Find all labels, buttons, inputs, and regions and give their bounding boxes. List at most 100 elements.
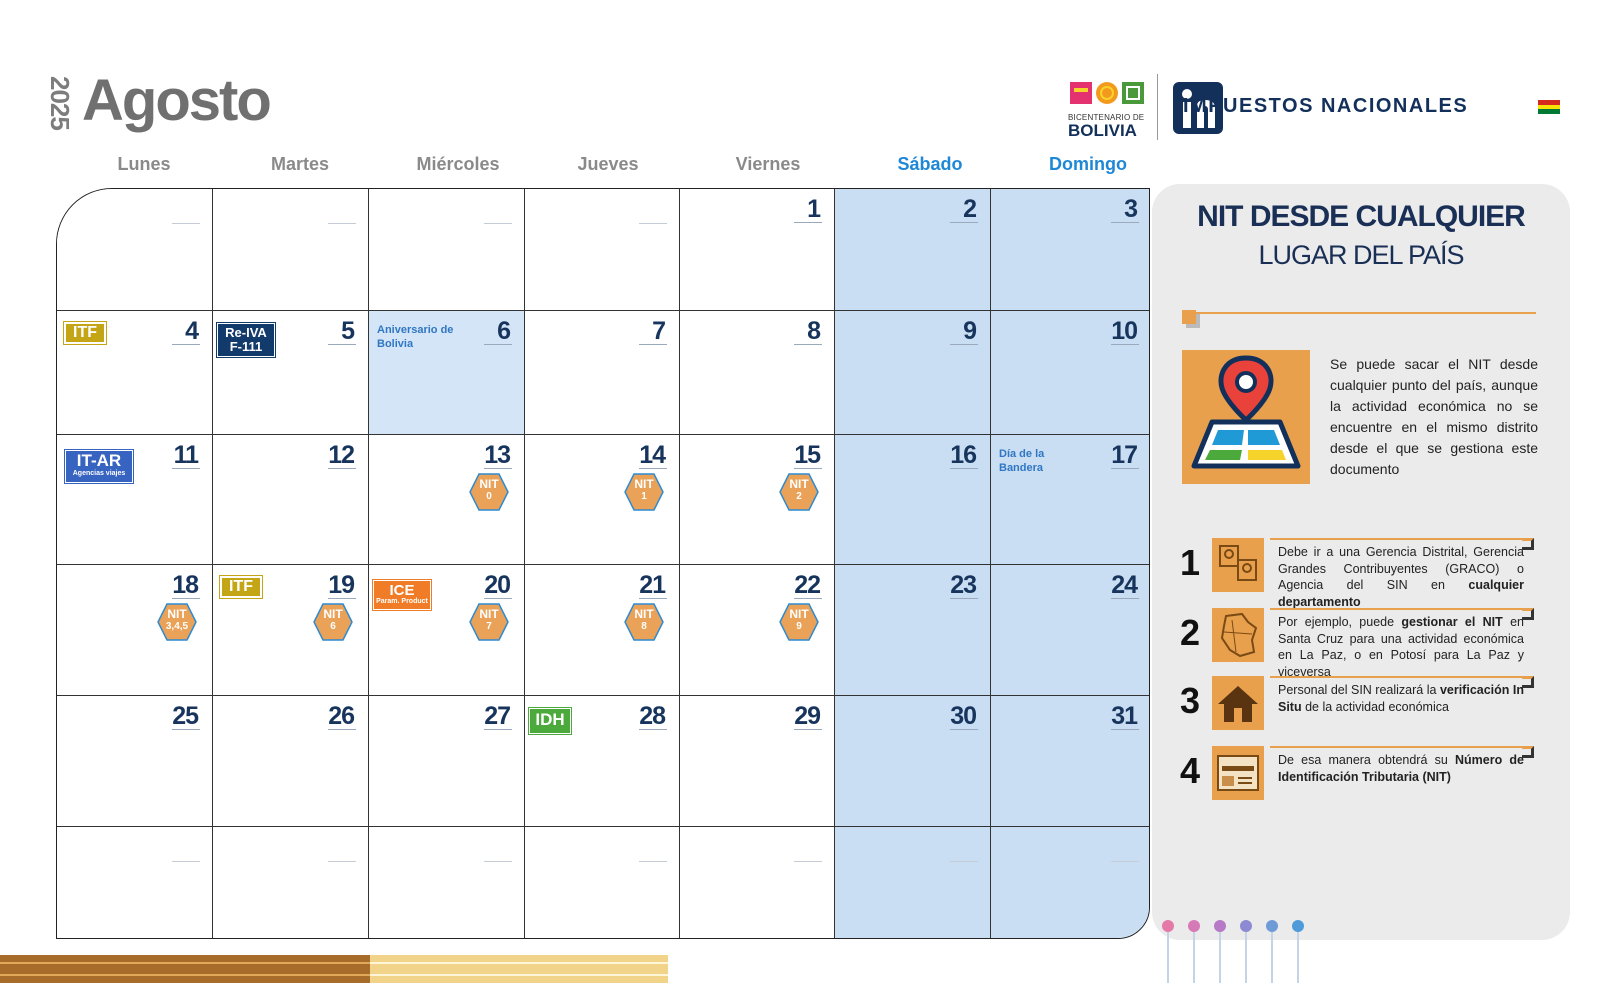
nit-label: NIT [634,607,654,621]
step-number: 1 [1180,542,1201,583]
day-underline [328,468,356,469]
day-cell-29: 29 [680,696,835,827]
empty-underline [639,223,667,224]
nit-hexagon-icon: NIT 0 [469,473,509,511]
day-underline [328,598,356,599]
month-title: Agosto [82,68,272,133]
nit-hexagon-icon: NIT 2 [779,473,819,511]
day-number: 30 [950,702,977,730]
day-cell-16: 16 [835,435,991,565]
day-number: 5 [341,317,355,345]
step-divider [1270,608,1534,610]
nit-label: NIT [634,477,654,491]
nit-label: NIT [167,607,187,621]
impuestos-nacionales-text: IMPUESTOS NACIONALES [1183,95,1469,117]
day-cell-25: 25 [57,696,213,827]
panel-divider-square-icon [1182,310,1196,324]
day-cell-17: 17 Día de la Bandera [991,435,1149,565]
day-cell-3: 3 [991,189,1149,311]
bicentenario-icon [1070,82,1144,104]
panel-title: NIT DESDE CUALQUIER [1197,200,1526,233]
nit-label: NIT [323,607,343,621]
nit-hexagon-icon: NIT 1 [624,473,664,511]
day-underline [794,598,822,599]
day-underline [950,598,978,599]
day-number: 29 [794,702,821,730]
step-number: 4 [1180,750,1201,791]
day-cell-31: 31 [991,696,1149,827]
day-underline [950,222,978,223]
day-number: 14 [639,441,666,469]
nit-digit: 7 [486,621,492,632]
empty-cell [991,827,1149,938]
nit-hexagon-icon: NIT 7 [469,603,509,641]
day-cell-12: 12 [213,435,369,565]
reiva-badge: Re-IVA F-111 [216,322,276,358]
day-cell-28: 28 IDH [525,696,680,827]
day-underline [639,598,667,599]
nit-digit: 2 [796,491,802,502]
nit-hexagon-icon: NIT 3,4,5 [157,603,197,641]
day-number: 25 [172,702,199,730]
day-number: 13 [484,441,511,469]
empty-cell [57,189,213,311]
empty-underline [639,861,667,862]
empty-cell [835,827,991,938]
location-map-icon [1182,350,1310,484]
itar-label: IT-AR [76,451,122,470]
panel-divider [1196,312,1536,314]
day-number: 31 [1111,702,1138,730]
day-underline [794,468,822,469]
day-number: 9 [963,317,977,345]
empty-underline [1111,861,1139,862]
empty-cell [369,827,525,938]
empty-cell [525,827,680,938]
weekday-sabado: Sábado [897,154,963,174]
day-number: 26 [328,702,355,730]
day-number: 10 [1111,317,1138,345]
day-underline [328,729,356,730]
step-text-pre: Por ejemplo, puede [1278,615,1402,629]
day-number: 1 [807,195,821,223]
day-underline [484,598,512,599]
day-underline [484,468,512,469]
day-underline [794,729,822,730]
day-number: 21 [639,571,666,599]
day-number: 8 [807,317,821,345]
empty-underline [794,861,822,862]
nit-hexagon-icon: NIT 6 [313,603,353,641]
day-cell-21: 21 NIT 8 [525,565,680,696]
itf-badge: ITF [63,321,107,345]
ice-label: ICE [389,582,415,599]
empty-underline [172,861,200,862]
nit-digit: 9 [796,621,802,632]
step-text: Personal del SIN realizará la verificaci… [1278,682,1524,715]
day-number: 7 [652,317,666,345]
day-underline [639,468,667,469]
day-underline [950,468,978,469]
nit-hexagon-icon: NIT 8 [624,603,664,641]
day-underline [794,344,822,345]
bicentenario-big-text: BOLIVIA [1068,121,1137,140]
day-underline [1111,598,1139,599]
day-number: 4 [185,317,199,345]
day-cell-14: 14 NIT 1 [525,435,680,565]
nit-digit: 6 [330,621,336,632]
day-number: 28 [639,702,666,730]
holiday-label: Aniversario de Bolivia [377,324,454,350]
day-cell-20: 20 ICE Param. Product NIT 7 [369,565,525,696]
day-number: 23 [950,571,977,599]
weekday-lunes: Lunes [117,154,171,174]
decorative-circuit-icon [1158,914,1318,983]
day-cell-1: 1 [680,189,835,311]
bicentenario-logo: BICENTENARIO DE BOLIVIA [1068,80,1148,140]
day-underline [1111,222,1139,223]
day-number: 11 [173,441,199,469]
day-cell-2: 2 [835,189,991,311]
itar-badge: IT-AR Agencias viajes [64,449,134,484]
day-number: 15 [794,441,821,469]
weekday-domingo: Domingo [1049,154,1127,174]
reiva-label: Re-IVA [225,325,267,340]
step-divider [1270,746,1534,748]
day-cell-30: 30 [835,696,991,827]
